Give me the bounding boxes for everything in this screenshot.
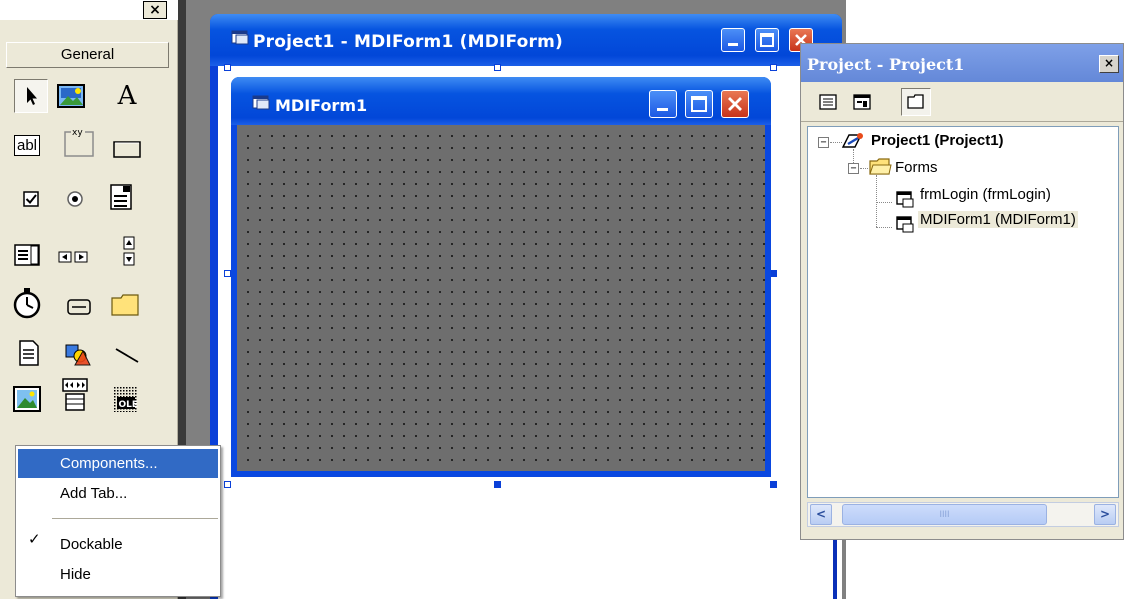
commandbutton-icon[interactable]	[110, 132, 144, 166]
tree-node-project[interactable]: Project1 (Project1)	[871, 132, 1004, 149]
listbox-icon[interactable]	[10, 238, 44, 272]
image-icon[interactable]	[10, 382, 44, 416]
project-tree[interactable]: − Project1 (Project1) − Forms frmLogin (…	[807, 126, 1119, 498]
window-edge	[833, 540, 837, 599]
minimize-button[interactable]	[721, 28, 745, 52]
project-designer-title: Project1 - MDIForm1 (MDIForm)	[253, 32, 563, 52]
toolbox-context-menu: Components... Add Tab... ✓ Dockable Hide	[15, 445, 221, 597]
mdiform1-titlebar[interactable]: MDIForm1	[231, 77, 771, 125]
form-window-icon	[231, 30, 249, 45]
toggle-folders-icon[interactable]	[901, 88, 931, 116]
line-icon[interactable]	[110, 338, 144, 372]
menu-item-components[interactable]: Components...	[18, 449, 218, 478]
frame-icon[interactable]: xy	[62, 124, 96, 158]
close-button[interactable]	[721, 90, 749, 118]
mdiform1-title: MDIForm1	[275, 96, 368, 115]
resize-handle[interactable]	[770, 64, 777, 71]
tree-node-mdiform1[interactable]: MDIForm1 (MDIForm1)	[918, 211, 1078, 228]
minimize-button[interactable]	[649, 90, 677, 118]
tree-node-frmlogin[interactable]: frmLogin (frmLogin)	[920, 186, 1051, 203]
form-design-grid[interactable]	[237, 125, 765, 471]
resize-handle[interactable]	[224, 270, 231, 277]
shape-icon[interactable]	[60, 336, 94, 370]
toolbox-tab-general[interactable]: General	[6, 42, 169, 68]
form-icon	[896, 191, 914, 208]
tree-connector	[860, 168, 868, 169]
ole-icon[interactable]: OLE	[108, 382, 142, 416]
tree-connector	[876, 175, 877, 227]
menu-item-dockable[interactable]: ✓ Dockable	[18, 530, 218, 559]
dirlistbox-icon[interactable]	[108, 288, 142, 322]
label-icon[interactable]: A	[110, 79, 144, 113]
menu-item-add-tab[interactable]: Add Tab...	[18, 479, 218, 508]
toolbox-close-button[interactable]: ×	[143, 1, 167, 19]
data-control-icon[interactable]	[58, 378, 92, 412]
menu-item-hide[interactable]: Hide	[18, 560, 218, 589]
horizontal-scrollbar[interactable]: < IIII >	[807, 502, 1119, 527]
filelistbox-icon[interactable]	[12, 336, 46, 370]
resize-handle[interactable]	[224, 64, 231, 71]
project-explorer-titlebar[interactable]: Project - Project1 ×	[801, 44, 1123, 82]
resize-handle[interactable]	[770, 481, 777, 488]
timer-icon[interactable]	[10, 286, 44, 320]
project-designer-titlebar[interactable]: Project1 - MDIForm1 (MDIForm)	[210, 14, 842, 66]
collapse-icon[interactable]: −	[848, 163, 859, 174]
collapse-icon[interactable]: −	[818, 137, 829, 148]
picturebox-icon[interactable]	[54, 79, 88, 113]
form-icon	[896, 216, 914, 233]
close-button[interactable]: ×	[1099, 55, 1119, 73]
checkbox-icon[interactable]	[14, 182, 48, 216]
project-explorer-title: Project - Project1	[807, 55, 965, 74]
vscrollbar-icon[interactable]	[112, 234, 146, 268]
resize-handle[interactable]	[494, 64, 501, 71]
drivelistbox-icon[interactable]	[62, 290, 96, 324]
project-explorer-toolbar	[801, 82, 1123, 122]
resize-handle[interactable]	[224, 481, 231, 488]
tree-connector	[876, 202, 892, 203]
check-icon: ✓	[28, 530, 41, 548]
maximize-button[interactable]	[755, 28, 779, 52]
tree-node-forms[interactable]: Forms	[895, 159, 938, 176]
optionbutton-icon[interactable]	[58, 182, 92, 216]
combobox-icon[interactable]	[104, 180, 138, 214]
view-object-icon[interactable]	[847, 88, 877, 116]
form-window-icon	[252, 95, 270, 110]
toolbox-close-strip: ×	[0, 0, 175, 20]
hscrollbar-icon[interactable]	[56, 240, 90, 274]
resize-handle[interactable]	[494, 481, 501, 488]
project-icon	[841, 133, 863, 148]
menu-separator	[52, 518, 218, 519]
maximize-button[interactable]	[685, 90, 713, 118]
svg-text:xy: xy	[72, 128, 83, 138]
pointer-icon[interactable]	[14, 79, 48, 113]
folder-icon	[869, 158, 892, 175]
scroll-left-button[interactable]: <	[810, 504, 832, 525]
svg-text:OLE: OLE	[119, 400, 139, 410]
textbox-icon[interactable]: abl	[10, 128, 44, 162]
project-explorer[interactable]: Project - Project1 × − Project1 (Project…	[800, 43, 1124, 540]
mdiform1-window[interactable]: MDIForm1	[231, 77, 771, 477]
tree-connector	[876, 227, 892, 228]
resize-handle[interactable]	[770, 270, 777, 277]
view-code-icon[interactable]	[813, 88, 843, 116]
scroll-right-button[interactable]: >	[1094, 504, 1116, 525]
scroll-thumb[interactable]: IIII	[842, 504, 1047, 525]
